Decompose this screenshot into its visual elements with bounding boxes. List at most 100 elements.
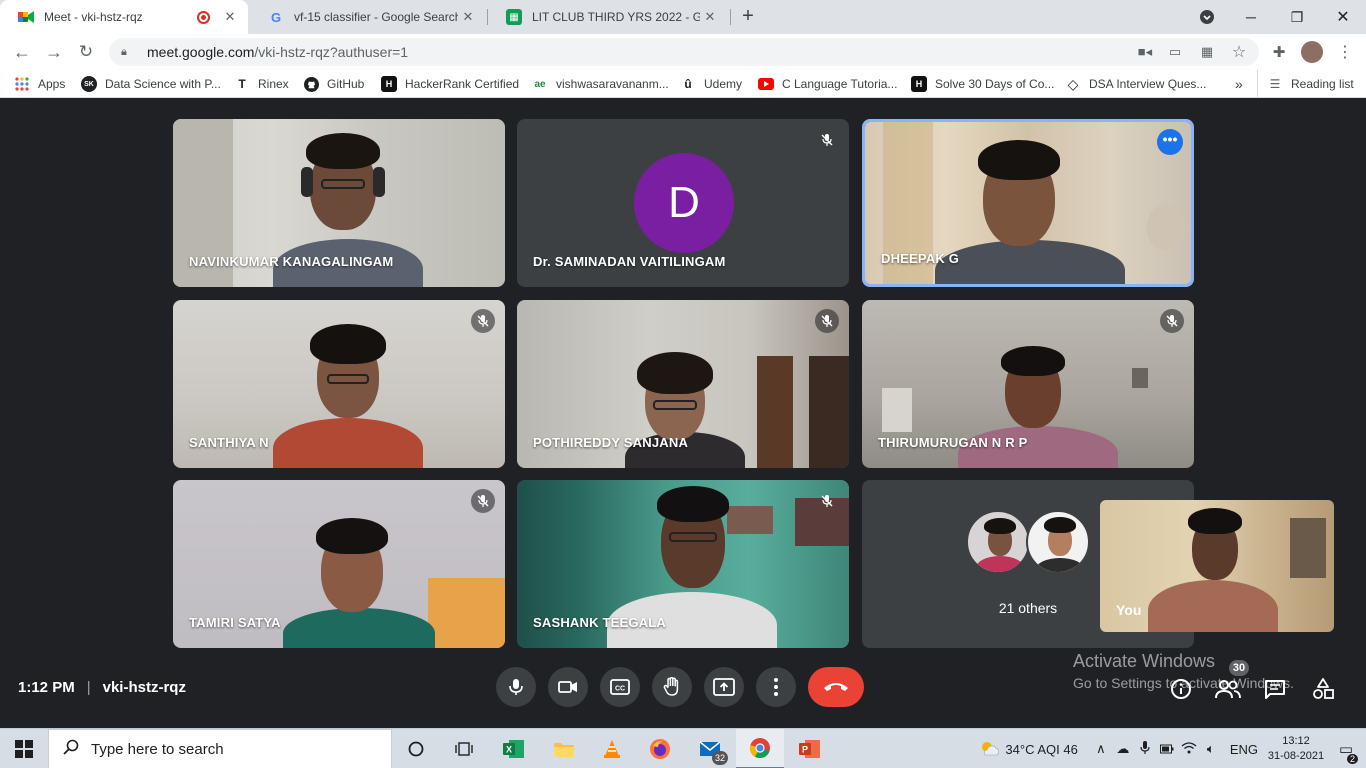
menu-kebab-icon[interactable]: ⋮	[1336, 43, 1354, 61]
leave-call-button[interactable]	[808, 667, 864, 707]
participant-tile[interactable]: TAMIRI SATYA	[173, 480, 505, 648]
task-view-icon[interactable]	[440, 729, 488, 768]
mail-icon[interactable]: 32	[686, 729, 734, 768]
profile-avatar[interactable]	[1301, 41, 1323, 63]
participant-tile[interactable]: SANTHIYA N	[173, 300, 505, 468]
more-options-icon[interactable]: •••	[1157, 129, 1183, 155]
weather-text[interactable]: 34°C AQI 46	[1005, 742, 1077, 757]
camera-icon[interactable]: ■◂	[1136, 43, 1154, 61]
camera-button[interactable]	[548, 667, 588, 707]
clock[interactable]: 13:12 31-08-2021	[1266, 734, 1326, 764]
wifi-icon[interactable]	[1178, 741, 1200, 757]
more-options-button[interactable]	[756, 667, 796, 707]
bookmark-data-science[interactable]: SK Data Science with P...	[81, 70, 221, 98]
cortana-icon[interactable]	[392, 729, 440, 768]
hackerrank-icon: H	[381, 76, 397, 92]
weather-icon[interactable]	[975, 740, 1005, 759]
raise-hand-button[interactable]	[652, 667, 692, 707]
rinex-icon: T	[238, 77, 246, 91]
vlc-icon[interactable]	[588, 729, 636, 768]
reading-list-button[interactable]: ☰ Reading list	[1267, 70, 1354, 98]
bookmark-udemy[interactable]: û Udemy	[680, 70, 742, 98]
onedrive-icon[interactable]: ☁	[1112, 741, 1134, 757]
udemy-icon: û	[684, 77, 692, 91]
bookmark-star-icon[interactable]: ☆	[1230, 43, 1248, 61]
battery-icon[interactable]	[1156, 742, 1178, 757]
participant-name: Dr. SAMINADAN VAITILINGAM	[533, 254, 726, 269]
bookmark-hackerrank[interactable]: H HackerRank Certified	[381, 70, 519, 98]
file-explorer-icon[interactable]	[540, 729, 588, 768]
back-icon[interactable]: ←	[10, 40, 34, 64]
present-screen-button[interactable]	[704, 667, 744, 707]
tab-google-search[interactable]: G vf-15 classifier - Google Search ✕	[250, 0, 486, 34]
participant-tile[interactable]: NAVINKUMAR KANAGALINGAM	[173, 119, 505, 287]
participant-tile[interactable]: SASHANK TEEGALA	[517, 480, 849, 648]
participant-tile[interactable]: THIRUMURUGAN N R P	[862, 300, 1194, 468]
minimize-button[interactable]: ─	[1228, 0, 1274, 34]
close-window-button[interactable]: ✕	[1320, 0, 1366, 34]
meeting-details: 1:12 PM | vki-hstz-rqz	[18, 679, 186, 696]
excel-icon[interactable]: X	[490, 729, 538, 768]
bookmark-apps[interactable]: Apps	[14, 70, 65, 98]
chevron-up-icon[interactable]: ∧	[1090, 741, 1112, 757]
bookmark-github[interactable]: GitHub	[303, 70, 364, 98]
firefox-icon[interactable]	[636, 729, 684, 768]
participant-tile[interactable]: POTHIREDDY SANJANA	[517, 300, 849, 468]
search-placeholder: Type here to search	[91, 740, 224, 758]
input-language[interactable]: ENG	[1230, 742, 1258, 757]
close-tab-icon[interactable]: ✕	[458, 9, 478, 25]
recording-indicator-icon	[197, 10, 210, 24]
google-icon: G	[270, 9, 282, 25]
tab-search-icon[interactable]	[1184, 0, 1230, 34]
browser-toolbar: ← → ↻ 🔒︎ meet.google.com/vki-hstz-rqz?au…	[0, 34, 1366, 70]
more-vertical-icon	[774, 678, 778, 696]
participant-avatar	[966, 510, 1030, 574]
notifications-icon[interactable]: ▭ 2	[1326, 740, 1366, 764]
participant-name: SANTHIYA N	[189, 435, 269, 450]
bookmark-vishwa[interactable]: ae vishwasaravananm...	[532, 70, 668, 98]
present-screen-icon	[713, 678, 735, 696]
bookmark-dsa[interactable]: ◇ DSA Interview Ques...	[1065, 70, 1207, 98]
restore-button[interactable]: ❐	[1274, 0, 1320, 34]
clock-time: 13:12	[1282, 735, 1310, 747]
powerpoint-icon[interactable]: P	[786, 729, 834, 768]
microphone-button[interactable]	[496, 667, 536, 707]
mic-off-icon	[1160, 309, 1184, 333]
svg-text:P: P	[802, 745, 808, 755]
bookmark-30-days[interactable]: H Solve 30 Days of Co...	[911, 70, 1054, 98]
participant-tile-active-speaker[interactable]: ••• DHEEPAK G	[862, 119, 1194, 287]
forward-icon[interactable]: →	[42, 40, 66, 64]
tab-meet[interactable]: Meet - vki-hstz-rqz ✕	[0, 0, 248, 34]
tab-grid-icon[interactable]: ▦	[1198, 43, 1216, 61]
volume-icon[interactable]: 🔈︎	[1200, 741, 1222, 757]
captions-button[interactable]: CC	[600, 667, 640, 707]
mic-off-icon	[815, 128, 839, 152]
self-view[interactable]: You	[1100, 500, 1334, 632]
taskbar-search-box[interactable]: Type here to search	[48, 729, 392, 768]
extensions-icon[interactable]: ✚	[1270, 43, 1288, 61]
close-tab-icon[interactable]: ✕	[220, 9, 240, 25]
new-tab-button[interactable]: +	[737, 5, 759, 27]
activities-button[interactable]	[1310, 677, 1336, 701]
google-meet-icon	[18, 9, 34, 25]
svg-text:CC: CC	[615, 686, 625, 693]
chrome-icon[interactable]	[736, 729, 784, 768]
apps-grid-icon	[14, 76, 30, 92]
cast-icon[interactable]: ▭	[1166, 43, 1184, 61]
hackerrank-icon: H	[911, 76, 927, 92]
others-count-label: 21 others	[998, 600, 1058, 616]
windows-start-button[interactable]	[0, 729, 48, 768]
participant-avatar: D	[634, 153, 734, 253]
bookmark-c-language[interactable]: C Language Tutoria...	[758, 70, 897, 98]
meeting-code: vki-hstz-rqz	[102, 679, 186, 696]
browser-tab-strip: Meet - vki-hstz-rqz ✕ G vf-15 classifier…	[0, 0, 1366, 34]
github-icon	[303, 76, 319, 92]
tab-sheets[interactable]: ▦ LIT CLUB THIRD YRS 2022 - Goog ✕	[488, 0, 728, 34]
bookmarks-overflow-button[interactable]: »	[1235, 70, 1243, 98]
bookmark-rinex[interactable]: T Rinex	[234, 70, 288, 98]
microphone-tray-icon[interactable]	[1134, 740, 1156, 758]
close-tab-icon[interactable]: ✕	[700, 9, 720, 25]
participant-tile[interactable]: D Dr. SAMINADAN VAITILINGAM	[517, 119, 849, 287]
address-bar[interactable]: 🔒︎ meet.google.com/vki-hstz-rqz?authuser…	[109, 38, 1259, 66]
reload-icon[interactable]: ↻	[74, 40, 98, 64]
